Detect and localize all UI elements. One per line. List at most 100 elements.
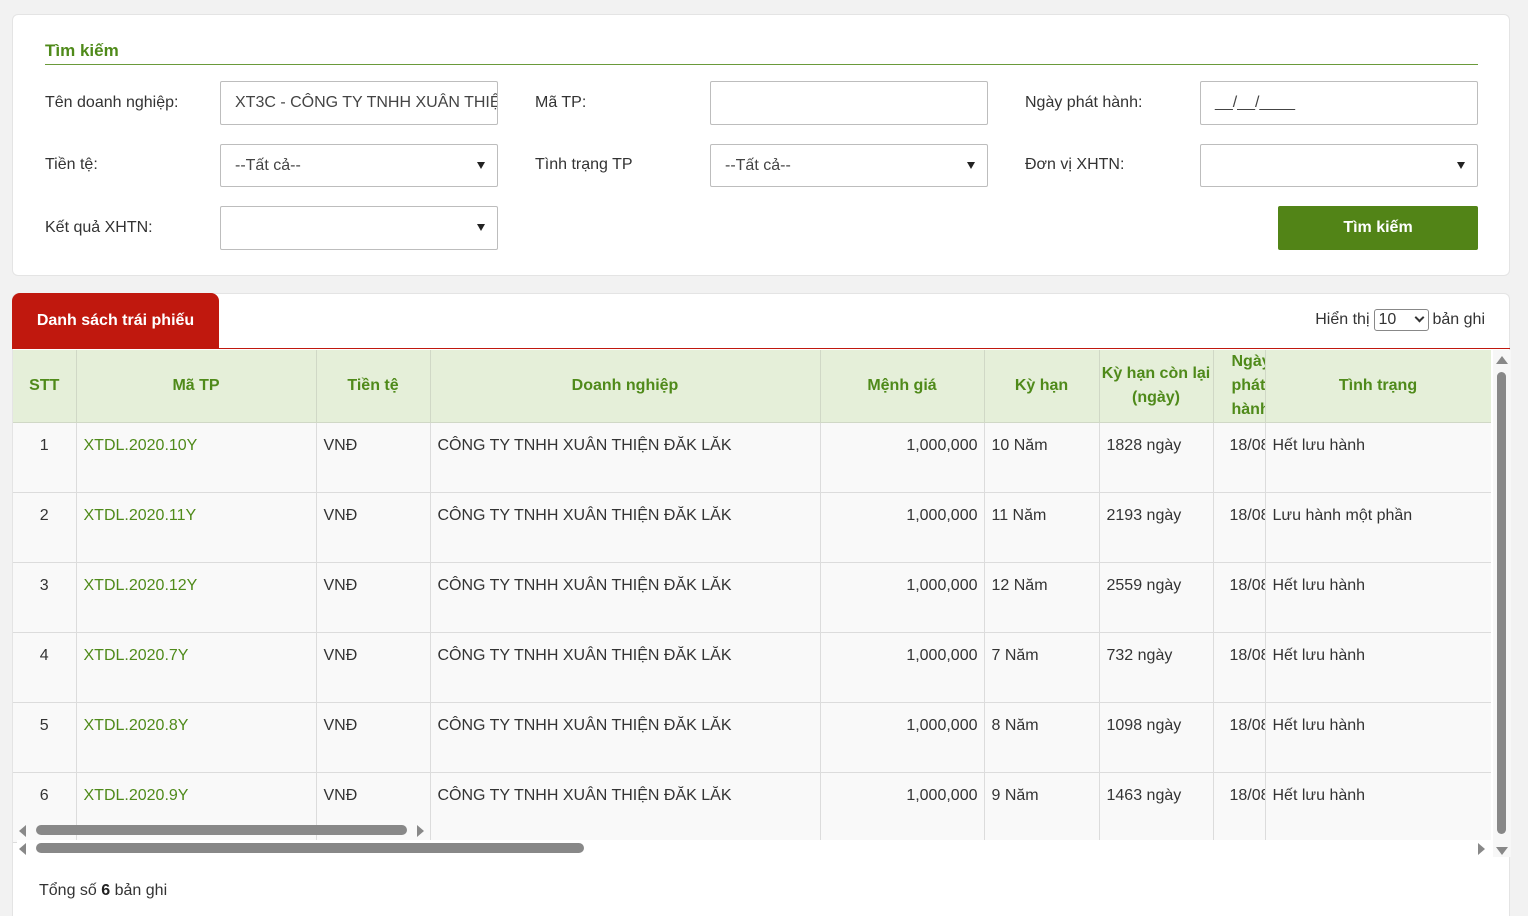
- col-header-ngay-phat-hanh[interactable]: Ngày phát hành: [1213, 350, 1266, 423]
- bond-table: STT Mã TP Tiền tệ Doanh nghiệp Mệnh giá …: [13, 350, 1491, 843]
- company-label: Tên doanh nghiệp:: [45, 94, 179, 111]
- vertical-scrollbar[interactable]: [1493, 350, 1511, 857]
- cell-term: 12 Năm: [984, 562, 1100, 633]
- cell-status: Hết lưu hành: [1265, 422, 1491, 493]
- cell-company: CÔNG TY TNHH XUÂN THIỆN ĐĂK LĂK: [430, 422, 821, 493]
- col-header-ky-han[interactable]: Kỳ hạn: [984, 350, 1100, 423]
- search-divider: [45, 64, 1478, 65]
- cell-currency: VNĐ: [316, 702, 431, 773]
- status-label: Tình trạng TP: [535, 156, 633, 173]
- credit-unit-label: Đơn vị XHTN:: [1025, 156, 1125, 173]
- col-header-menh-gia[interactable]: Mệnh giá: [820, 350, 985, 423]
- col-header-ky-han-con-lai[interactable]: Kỳ hạn còn lại (ngày): [1099, 350, 1214, 423]
- caret-down-icon: [477, 162, 485, 169]
- credit-unit-select[interactable]: [1200, 144, 1478, 187]
- bond-list-panel: Danh sách trái phiếu Hiển thị 10 bản ghi…: [12, 293, 1511, 916]
- table-row[interactable]: 2 XTDL.2020.11Y VNĐ CÔNG TY TNHH XUÂN THIỆN…: [13, 492, 1491, 563]
- bond-table-viewport: STT Mã TP Tiền tệ Doanh nghiệp Mệnh giá …: [13, 350, 1491, 857]
- cell-status: Hết lưu hành: [1265, 562, 1491, 633]
- col-header-ma-tp[interactable]: Mã TP: [76, 350, 317, 423]
- company-input[interactable]: XT3C - CÔNG TY TNHH XUÂN THIỆN ĐĂK LĂK: [220, 81, 498, 125]
- cell-bond-code-link[interactable]: XTDL.2020.12Y: [76, 562, 317, 633]
- table-row[interactable]: 5 XTDL.2020.8Y VNĐ CÔNG TY TNHH XUÂN THIỆN …: [13, 702, 1491, 773]
- horizontal-scroll-thumb[interactable]: [36, 843, 584, 853]
- cell-par-value: 1,000,000: [820, 562, 985, 633]
- currency-select[interactable]: --Tất cả--: [220, 144, 498, 187]
- credit-result-label: Kết quả XHTN:: [45, 219, 153, 236]
- cell-bond-code-link[interactable]: XTDL.2020.10Y: [76, 422, 317, 493]
- status-select[interactable]: --Tất cả--: [710, 144, 988, 187]
- cell-bond-code-link[interactable]: XTDL.2020.11Y: [76, 492, 317, 563]
- cell-currency: VNĐ: [316, 632, 431, 703]
- cell-term: 8 Năm: [984, 702, 1100, 773]
- cell-issue-date: 18/08: [1213, 632, 1266, 703]
- inner-horizontal-scroll-thumb[interactable]: [36, 825, 407, 835]
- cell-stt: 1: [13, 422, 77, 493]
- caret-down-icon: [477, 224, 485, 231]
- issue-date-input[interactable]: __/__/____: [1200, 81, 1478, 125]
- total-prefix: Tổng số: [39, 882, 97, 899]
- credit-result-select[interactable]: [220, 206, 498, 250]
- search-button[interactable]: Tìm kiếm: [1278, 206, 1478, 250]
- cell-remaining-term: 2559 ngày: [1099, 562, 1214, 633]
- bond-code-input[interactable]: [710, 81, 988, 125]
- cell-par-value: 1,000,000: [820, 492, 985, 563]
- page-size-select[interactable]: 10: [1373, 309, 1429, 331]
- cell-stt: 2: [13, 492, 77, 563]
- table-row[interactable]: 3 XTDL.2020.12Y VNĐ CÔNG TY TNHH XUÂN THIỆN…: [13, 562, 1491, 633]
- cell-issue-date: 18/08: [1213, 492, 1266, 563]
- scroll-left-icon[interactable]: [19, 843, 26, 855]
- table-row[interactable]: 1 XTDL.2020.10Y VNĐ CÔNG TY TNHH XUÂN THIỆN…: [13, 422, 1491, 493]
- col-header-doanh-nghiep[interactable]: Doanh nghiệp: [430, 350, 821, 423]
- page-size-control: Hiển thị 10 bản ghi: [1315, 309, 1485, 331]
- cell-remaining-term: 2193 ngày: [1099, 492, 1214, 563]
- cell-term: 7 Năm: [984, 632, 1100, 703]
- page-size-value: 10: [1378, 311, 1397, 328]
- page-size-prefix: Hiển thị: [1315, 311, 1370, 328]
- cell-issue-date: 18/08: [1213, 772, 1266, 843]
- cell-stt: 4: [13, 632, 77, 703]
- search-title: Tìm kiếm: [45, 41, 119, 60]
- col-header-tien-te[interactable]: Tiền tệ: [316, 350, 431, 423]
- scroll-up-icon[interactable]: [1496, 356, 1508, 364]
- cell-remaining-term: 1828 ngày: [1099, 422, 1214, 493]
- caret-down-icon: [967, 162, 975, 169]
- cell-par-value: 1,000,000: [820, 772, 985, 843]
- cell-issue-date: 18/08: [1213, 702, 1266, 773]
- col-header-stt[interactable]: STT: [13, 350, 77, 423]
- status-select-value: --Tất cả--: [725, 157, 791, 174]
- currency-select-value: --Tất cả--: [235, 157, 301, 174]
- chevron-down-icon: [1414, 312, 1424, 323]
- cell-bond-code-link[interactable]: XTDL.2020.8Y: [76, 702, 317, 773]
- cell-par-value: 1,000,000: [820, 422, 985, 493]
- cell-stt: 3: [13, 562, 77, 633]
- cell-remaining-term: 732 ngày: [1099, 632, 1214, 703]
- cell-company: CÔNG TY TNHH XUÂN THIỆN ĐĂK LĂK: [430, 772, 821, 843]
- currency-label: Tiền tệ:: [45, 156, 98, 173]
- cell-stt: 5: [13, 702, 77, 773]
- table-row[interactable]: 4 XTDL.2020.7Y VNĐ CÔNG TY TNHH XUÂN THIỆN …: [13, 632, 1491, 703]
- cell-term: 11 Năm: [984, 492, 1100, 563]
- vertical-scroll-thumb[interactable]: [1497, 372, 1506, 834]
- cell-company: CÔNG TY TNHH XUÂN THIỆN ĐĂK LĂK: [430, 562, 821, 633]
- cell-issue-date: 18/08: [1213, 422, 1266, 493]
- col-header-tinh-trang[interactable]: Tình trạng: [1265, 350, 1491, 423]
- inner-horizontal-scrollbar[interactable]: [17, 822, 425, 838]
- scroll-right-icon[interactable]: [1478, 843, 1485, 855]
- scroll-right-icon[interactable]: [417, 825, 424, 837]
- scroll-down-icon[interactable]: [1496, 847, 1508, 855]
- cell-remaining-term: 1463 ngày: [1099, 772, 1214, 843]
- total-suffix: bản ghi: [114, 882, 168, 899]
- cell-company: CÔNG TY TNHH XUÂN THIỆN ĐĂK LĂK: [430, 632, 821, 703]
- page-size-suffix: bản ghi: [1432, 311, 1486, 328]
- cell-status: Hết lưu hành: [1265, 702, 1491, 773]
- horizontal-scrollbar[interactable]: [17, 840, 1491, 856]
- scroll-left-icon[interactable]: [19, 825, 26, 837]
- tab-bond-list[interactable]: Danh sách trái phiếu: [12, 293, 219, 349]
- cell-status: Hết lưu hành: [1265, 632, 1491, 703]
- caret-down-icon: [1457, 162, 1465, 169]
- cell-currency: VNĐ: [316, 422, 431, 493]
- cell-bond-code-link[interactable]: XTDL.2020.7Y: [76, 632, 317, 703]
- cell-par-value: 1,000,000: [820, 702, 985, 773]
- cell-par-value: 1,000,000: [820, 632, 985, 703]
